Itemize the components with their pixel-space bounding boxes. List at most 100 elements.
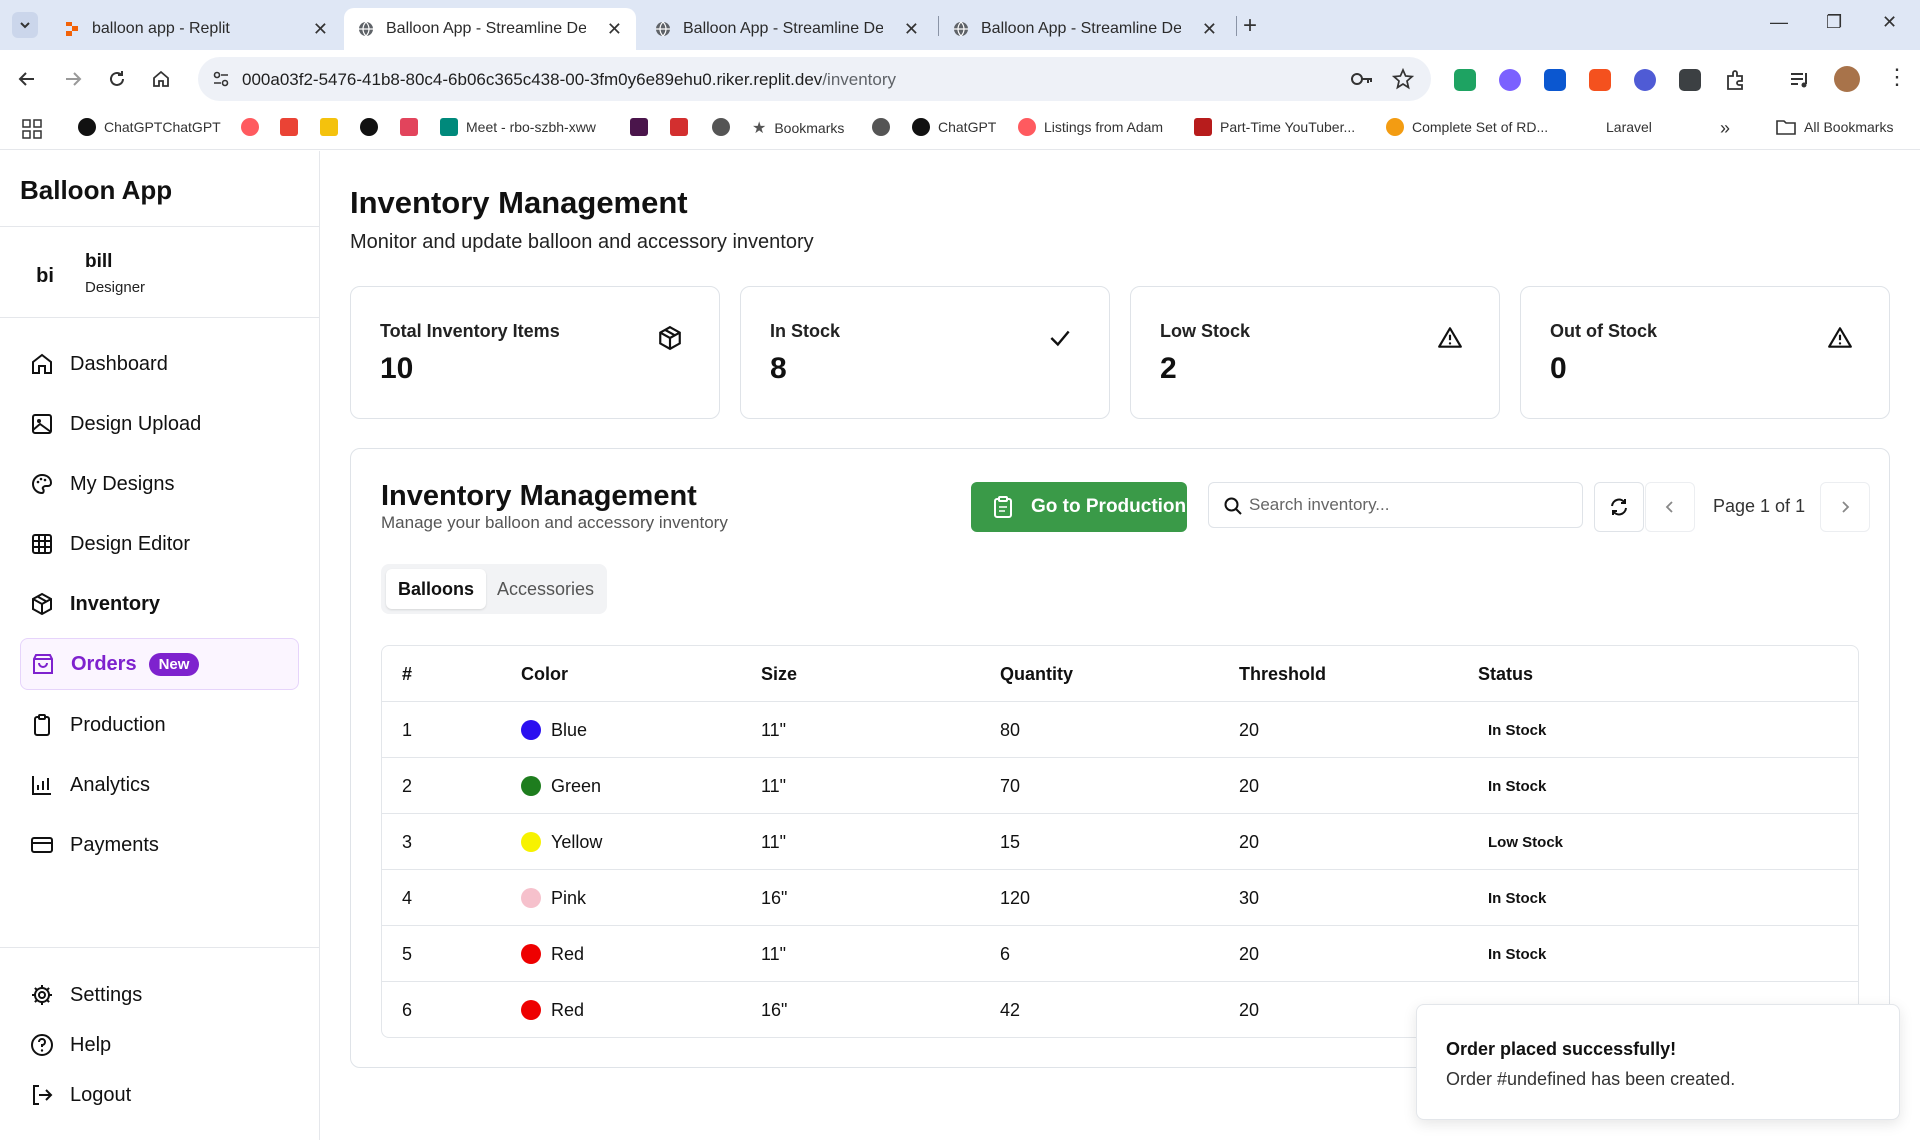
bookmark-item[interactable]: [360, 118, 386, 136]
bookmark-item[interactable]: Part-Time YouTuber...: [1194, 118, 1355, 136]
sidebar-item-orders[interactable]: Orders New: [20, 638, 299, 690]
column-header: Threshold: [1239, 664, 1327, 684]
bookmark-item[interactable]: Complete Set of RD...: [1386, 118, 1548, 136]
extension-icon[interactable]: [1454, 69, 1476, 91]
close-tab-icon[interactable]: ✕: [313, 19, 328, 40]
key-icon[interactable]: [1350, 69, 1374, 89]
more-bookmarks-button[interactable]: »: [1720, 118, 1730, 139]
column-header: Quantity: [1000, 664, 1074, 684]
bookmark-item[interactable]: [280, 118, 306, 136]
color-swatch: [521, 832, 541, 852]
browser-tab-active[interactable]: Balloon App - Streamline Design ✕: [344, 8, 636, 50]
more-menu-icon[interactable]: ⋮: [1886, 64, 1908, 90]
bookmark-item[interactable]: ★ Bookmarks: [752, 118, 844, 138]
tab-balloons[interactable]: Balloons: [386, 569, 486, 609]
sidebar-item-settings[interactable]: Settings: [20, 969, 299, 1021]
cell-quantity: 15: [1000, 832, 1021, 852]
color-swatch: [521, 888, 541, 908]
sidebar-item-payments[interactable]: Payments: [20, 819, 299, 871]
table-row[interactable]: 5 Red 11" 6 20 In Stock: [382, 926, 1858, 982]
bookmark-item[interactable]: [400, 118, 426, 136]
reload-button[interactable]: [104, 66, 130, 92]
table-row[interactable]: 4 Pink 16" 120 30 In Stock: [382, 870, 1858, 926]
chatgpt-icon: [912, 118, 930, 136]
previous-page-button[interactable]: [1645, 482, 1695, 532]
extension-icon[interactable]: [1544, 69, 1566, 91]
sidebar-item-label: Orders: [71, 652, 137, 675]
sidebar-item-help[interactable]: Help: [20, 1019, 299, 1071]
media-icon[interactable]: [1788, 68, 1812, 92]
new-tab-button[interactable]: +: [1243, 12, 1257, 40]
tab-accessories[interactable]: Accessories: [489, 569, 602, 609]
address-bar[interactable]: 000a03f2-5476-41b8-80c4-6b06c365c438-00-…: [198, 57, 1431, 101]
profile-avatar[interactable]: [1834, 66, 1860, 92]
all-bookmarks-button[interactable]: All Bookmarks: [1776, 118, 1893, 136]
bookmark-item[interactable]: Meet - rbo-szbh-xww: [440, 118, 596, 136]
apps-grid-icon[interactable]: [22, 119, 42, 139]
table-row[interactable]: 2 Green 11" 70 20 In Stock: [382, 758, 1858, 814]
extension-icon[interactable]: [1499, 69, 1521, 91]
bookmark-item[interactable]: Listings from Adam: [1018, 118, 1163, 136]
bookmark-item[interactable]: ChatGPTChatGPT: [78, 118, 221, 136]
folder-icon: [1776, 120, 1796, 135]
bookmark-item[interactable]: [320, 118, 346, 136]
sidebar-item-my-designs[interactable]: My Designs: [20, 458, 299, 510]
bookmark-item[interactable]: [872, 118, 898, 136]
app-brand: Balloon App: [20, 175, 173, 205]
sidebar-item-label: Design Upload: [70, 412, 202, 435]
color-name: Green: [551, 776, 602, 796]
browser-tab[interactable]: balloon app - Replit ✕: [50, 8, 342, 50]
restore-icon[interactable]: ❐: [1826, 12, 1842, 33]
bookmark-item[interactable]: ChatGPT: [912, 118, 996, 136]
close-tab-icon[interactable]: ✕: [904, 19, 919, 40]
bookmark-item[interactable]: [712, 118, 738, 136]
sidebar-item-design-upload[interactable]: Design Upload: [20, 398, 299, 450]
sidebar-item-dashboard[interactable]: Dashboard: [20, 338, 299, 390]
cell-quantity: 80: [1000, 720, 1021, 740]
minimize-icon[interactable]: —: [1770, 12, 1788, 33]
tab-search-button[interactable]: [12, 12, 38, 38]
sidebar-item-design-editor[interactable]: Design Editor: [20, 518, 299, 570]
bookmark-item[interactable]: Laravel: [1580, 118, 1652, 136]
extension-icon[interactable]: [1679, 69, 1701, 91]
stat-value: 2: [1160, 352, 1177, 385]
stat-value: 10: [380, 352, 414, 385]
puzzle-icon[interactable]: [1724, 68, 1748, 92]
status-badge: Low Stock: [1488, 834, 1564, 851]
browser-tab[interactable]: Balloon App - Streamline Design ✕: [641, 8, 933, 50]
inventory-tabs: Balloons Accessories: [381, 564, 607, 614]
refresh-button[interactable]: [1594, 482, 1644, 532]
sidebar-item-analytics[interactable]: Analytics: [20, 759, 299, 811]
table-row[interactable]: 1 Blue 11" 80 20 In Stock: [382, 702, 1858, 758]
go-to-production-button[interactable]: Go to Production: [971, 482, 1187, 532]
home-button[interactable]: [148, 66, 174, 92]
sidebar-item-label: My Designs: [70, 472, 175, 495]
cell-quantity: 70: [1000, 776, 1021, 796]
close-tab-icon[interactable]: ✕: [1202, 19, 1217, 40]
cell-color: Pink: [521, 888, 586, 909]
bookmark-item[interactable]: [241, 118, 267, 136]
cell-quantity: 120: [1000, 888, 1031, 908]
clipboard-icon: [994, 496, 1012, 518]
bookmark-item[interactable]: [630, 118, 656, 136]
forward-button[interactable]: [60, 66, 86, 92]
bookmark-item[interactable]: [670, 118, 696, 136]
extension-icon[interactable]: [1589, 69, 1611, 91]
site-info-icon[interactable]: [212, 70, 230, 88]
search-input[interactable]: [1249, 492, 1569, 518]
browser-tab[interactable]: Balloon App - Streamline Design ✕: [939, 8, 1231, 50]
table-row[interactable]: 3 Yellow 11" 15 20 Low Stock: [382, 814, 1858, 870]
sidebar-item-logout[interactable]: Logout: [20, 1069, 299, 1121]
close-tab-icon[interactable]: ✕: [607, 19, 622, 40]
cell-color: Blue: [521, 720, 587, 741]
star-icon[interactable]: [1392, 68, 1414, 90]
toast-notification[interactable]: Order placed successfully! Order #undefi…: [1416, 1004, 1900, 1120]
back-button[interactable]: [14, 66, 40, 92]
gmail-icon: [280, 118, 298, 136]
extension-icon[interactable]: [1634, 69, 1656, 91]
next-page-button[interactable]: [1820, 482, 1870, 532]
cell-color: Red: [521, 1000, 584, 1021]
close-window-icon[interactable]: ✕: [1882, 12, 1897, 33]
sidebar-item-production[interactable]: Production: [20, 699, 299, 751]
sidebar-item-inventory[interactable]: Inventory: [20, 578, 299, 630]
